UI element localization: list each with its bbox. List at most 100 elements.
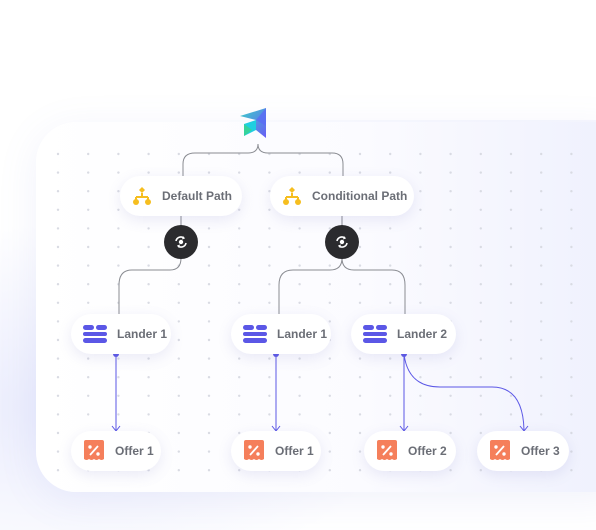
grid-dot [570,264,573,267]
grid-dot [540,208,543,211]
grid-dot [358,301,362,304]
grid-dot [328,469,331,472]
offer-icon [376,439,398,463]
grid-dot [328,264,331,267]
grid-dot [358,227,362,230]
grid-dot [87,208,90,211]
grid-dot [117,171,120,174]
grid-dot [389,171,392,174]
grid-dot [540,245,543,249]
grid-dot [117,394,120,397]
grid-dot [177,469,180,472]
offer-node-1[interactable]: Offer 1 [71,431,161,471]
grid-dot [358,264,362,267]
grid-dot [540,227,543,230]
grid-dot [358,469,362,472]
grid-dot [389,376,392,379]
grid-dot [419,376,422,379]
grid-dot [56,469,60,472]
grid-dot [177,431,180,435]
rotate-icon [336,236,348,248]
grid-dot [570,171,573,174]
lander-label: Lander 1 [277,327,328,341]
grid-dot [419,357,422,360]
grid-dot [56,357,60,360]
offer-node-4[interactable]: Offer 3 [477,431,569,471]
grid-dot [419,152,422,156]
grid-dot [540,283,543,286]
path-node-default[interactable]: Default Path [120,176,242,216]
path-label: Conditional Path [312,189,408,203]
grid-dot [419,171,422,174]
grid-dot [117,413,120,416]
offer-node-3[interactable]: Offer 2 [364,431,456,471]
grid-dot [570,301,573,304]
grid-dot [479,376,482,379]
grid-dot [570,394,573,397]
grid-dot [298,413,301,416]
grid-dot [449,227,452,230]
grid-dot [268,283,271,286]
grid-dot [177,152,180,156]
grid-dot [268,227,271,230]
grid-dot [328,357,331,360]
lander-icon [243,322,267,346]
lander-node-2[interactable]: Lander 1 [231,314,331,354]
grid-dot [56,376,60,379]
grid-dot [449,469,452,472]
grid-dot [358,357,362,360]
path-node-conditional[interactable]: Conditional Path [270,176,414,216]
rotator-node-1[interactable] [164,225,198,259]
grid-dot [56,413,60,416]
offer-node-2[interactable]: Offer 1 [231,431,321,471]
grid-dot [570,431,573,435]
grid-dot [87,301,90,304]
grid-dot [56,320,60,323]
lander-node-3[interactable]: Lander 2 [351,314,456,354]
grid-dot [449,413,452,416]
grid-dot [298,283,301,286]
grid-dot [117,264,120,267]
grid-dot [56,301,60,304]
grid-dot [570,190,573,193]
grid-dot [56,450,60,453]
grid-dot [419,283,422,286]
offer-icon [83,439,105,463]
grid-dot [328,301,331,304]
grid-dot [479,357,482,360]
grid-dot [298,301,301,304]
offer-icon [243,439,265,463]
grid-dot [87,357,90,360]
grid-dot [177,413,180,416]
grid-dot [509,227,513,230]
grid-dot [358,245,362,249]
grid-dot [328,413,331,416]
grid-dot [540,394,543,397]
offer-label: Offer 1 [115,444,154,458]
grid-dot [419,227,422,230]
grid-dot [509,264,513,267]
grid-dot [509,376,513,379]
lander-node-1[interactable]: Lander 1 [71,314,171,354]
grid-dot [328,394,331,397]
grid-dot [570,338,573,342]
grid-dot [328,431,331,435]
grid-dot [268,208,271,211]
grid-dot [449,245,452,249]
grid-dot [117,152,120,156]
rotator-node-2[interactable] [325,225,359,259]
grid-dot [449,394,452,397]
grid-dot [540,338,543,342]
grid-dot [87,264,90,267]
grid-dot [298,245,301,249]
grid-dot [117,245,120,249]
grid-dot [389,283,392,286]
grid-dot [540,376,543,379]
grid-dot [540,320,543,323]
grid-dot [479,320,482,323]
grid-dot [298,227,301,230]
grid-dot [177,301,180,304]
grid-dot [570,450,573,453]
grid-dot [479,152,482,156]
grid-dot [540,413,543,416]
